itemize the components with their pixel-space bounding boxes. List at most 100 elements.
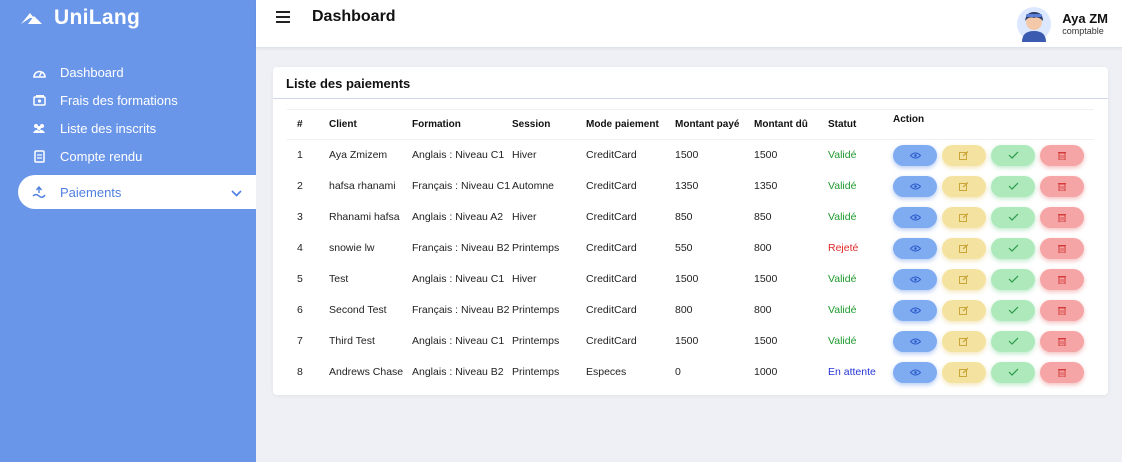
column-header-mode: Mode paiement (586, 109, 675, 140)
sidebar-item-dashboard[interactable]: Dashboard (0, 58, 256, 86)
cell-num: 6 (297, 304, 303, 316)
edit-button[interactable] (942, 237, 986, 259)
cell-actions (893, 357, 1094, 388)
edit-button[interactable] (942, 206, 986, 228)
trash-icon (1058, 182, 1066, 191)
edit-button[interactable] (942, 330, 986, 352)
app-name: UniLang (54, 6, 141, 29)
cell-formation: Anglais : Niveau A2 (412, 211, 504, 223)
cell-client: snowie lw (329, 242, 375, 254)
cell-mode: Especes (586, 366, 627, 378)
page-title: Dashboard (312, 8, 396, 25)
view-button[interactable] (893, 206, 937, 228)
edit-icon (959, 274, 969, 284)
check-icon (1008, 182, 1018, 190)
sidebar-item-label: Compte rendu (60, 148, 143, 164)
sidebar-item-label: Frais des formations (60, 92, 178, 108)
menu-icon[interactable] (276, 11, 290, 23)
view-button[interactable] (893, 361, 937, 383)
cell-session: Printemps (512, 335, 560, 347)
edit-button[interactable] (942, 175, 986, 197)
cell-mode: CreditCard (586, 149, 637, 162)
delete-button[interactable] (1040, 144, 1084, 166)
cell-paye: 1500 (675, 149, 699, 162)
delete-button[interactable] (1040, 206, 1084, 228)
view-button[interactable] (893, 330, 937, 352)
cell-paye: 800 (675, 304, 693, 316)
edit-icon (959, 150, 969, 160)
approve-button[interactable] (991, 330, 1035, 352)
cell-client: Second Test (329, 304, 387, 316)
approve-button[interactable] (991, 144, 1035, 166)
approve-button[interactable] (991, 299, 1035, 321)
sidebar-item-paiements[interactable]: Paiements (18, 175, 256, 209)
cell-num: 5 (297, 273, 303, 285)
approve-button[interactable] (991, 237, 1035, 259)
document-icon (32, 149, 46, 163)
view-button[interactable] (893, 268, 937, 290)
cell-client: Rhanami hafsa (329, 211, 400, 223)
column-header-du: Montant dû (754, 109, 828, 140)
brand[interactable]: UniLang (0, 0, 256, 36)
approve-button[interactable] (991, 175, 1035, 197)
approve-button[interactable] (991, 361, 1035, 383)
action-group (893, 330, 1094, 352)
topbar: Dashboard Aya ZM comptable (256, 0, 1122, 48)
cell-du: 1500 (754, 273, 778, 285)
view-button[interactable] (893, 175, 937, 197)
check-icon (1008, 244, 1018, 252)
approve-button[interactable] (991, 206, 1035, 228)
view-button[interactable] (893, 237, 937, 259)
status-badge: Validé (828, 273, 857, 285)
cell-num: 8 (297, 366, 303, 378)
eye-icon (909, 214, 921, 220)
column-header-formation: Formation (412, 109, 512, 140)
check-icon (1008, 213, 1018, 221)
delete-button[interactable] (1040, 330, 1084, 352)
sidebar-item-inscrits[interactable]: Liste des inscrits (0, 114, 256, 142)
cell-formation: Français : Niveau B2 (412, 304, 510, 316)
chevron-down-icon[interactable] (231, 185, 242, 200)
cell-mode: CreditCard (586, 180, 637, 192)
approve-button[interactable] (991, 268, 1035, 290)
cell-du: 1350 (754, 180, 778, 192)
sidebar-item-frais[interactable]: Frais des formations (0, 86, 256, 114)
edit-icon (959, 243, 969, 253)
delete-button[interactable] (1040, 175, 1084, 197)
cell-formation: Anglais : Niveau B2 (412, 366, 504, 378)
cell-session: Hiver (512, 211, 537, 223)
status-badge: Validé (828, 335, 857, 347)
view-button[interactable] (893, 299, 937, 321)
delete-button[interactable] (1040, 361, 1084, 383)
cell-mode: CreditCard (586, 211, 637, 223)
table-row: 7 Third Test Anglais : Niveau C1 Printem… (287, 326, 1094, 357)
edit-button[interactable] (942, 299, 986, 321)
cell-session: Hiver (512, 273, 537, 285)
delete-button[interactable] (1040, 237, 1084, 259)
sidebar: UniLang Dashboard Frais des formations L… (0, 0, 256, 462)
eye-icon (909, 276, 921, 282)
cell-paye: 0 (675, 366, 681, 378)
status-badge: Validé (828, 180, 857, 192)
trash-icon (1058, 306, 1066, 315)
eye-icon (909, 338, 921, 344)
delete-button[interactable] (1040, 299, 1084, 321)
cell-client: Aya Zmizem (329, 149, 388, 162)
money-icon (32, 93, 46, 107)
cell-actions (893, 233, 1094, 264)
edit-icon (959, 336, 969, 346)
user-menu[interactable]: Aya ZM comptable (1016, 6, 1108, 42)
cell-client: Andrews Chase (329, 366, 404, 378)
eye-icon (909, 307, 921, 313)
cell-du: 1500 (754, 335, 778, 347)
view-button[interactable] (893, 144, 937, 166)
delete-button[interactable] (1040, 268, 1084, 290)
column-header-num: # (287, 109, 329, 140)
sidebar-item-compte-rendu[interactable]: Compte rendu (0, 142, 256, 170)
eye-icon (909, 183, 921, 189)
avatar (1017, 7, 1052, 42)
edit-button[interactable] (942, 361, 986, 383)
edit-button[interactable] (942, 144, 986, 166)
edit-button[interactable] (942, 268, 986, 290)
column-header-paye: Montant payé (675, 109, 754, 140)
